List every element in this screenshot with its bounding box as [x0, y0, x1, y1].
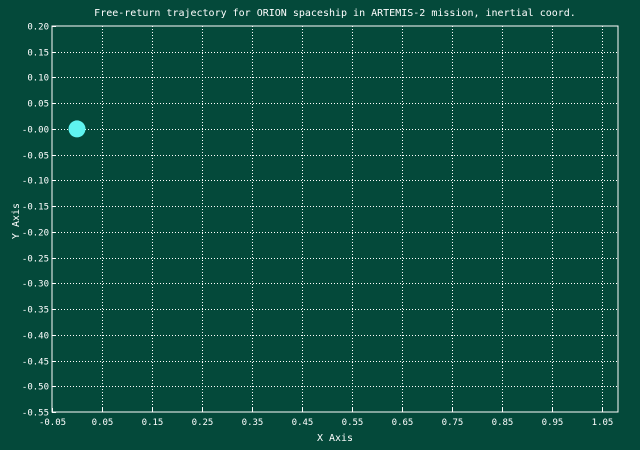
x-tick-label: 0.35: [242, 418, 264, 428]
x-tick-label: 0.95: [542, 418, 564, 428]
y-tick-label: -0.30: [22, 280, 49, 290]
x-tick-label: 0.25: [192, 418, 214, 428]
y-tick-label: -0.15: [22, 203, 49, 213]
x-tick-label: 0.55: [342, 418, 364, 428]
y-tick-label: 0.15: [27, 49, 49, 59]
x-axis-label: X Axis: [317, 433, 353, 444]
y-tick-label: -0.10: [22, 177, 49, 187]
y-axis-label: Y Axis: [11, 203, 22, 239]
data-layer: [68, 120, 86, 138]
y-tick-label: -0.40: [22, 332, 49, 342]
y-tick-label: 0.10: [27, 74, 49, 84]
y-tick-label: -0.35: [22, 306, 49, 316]
y-tick-label: 0.05: [27, 100, 49, 110]
y-tick-label: -0.50: [22, 383, 49, 393]
y-tick-label: 0.20: [27, 23, 49, 33]
x-tick-label: 0.15: [142, 418, 164, 428]
data-point: [68, 120, 86, 138]
x-tick-label: 0.75: [442, 418, 464, 428]
x-tick-label: -0.05: [39, 418, 66, 428]
x-tick-label: 0.65: [392, 418, 414, 428]
x-tick-label: 1.05: [592, 418, 614, 428]
chart-background: [0, 0, 640, 450]
chart-svg: Free-return trajectory for ORION spacesh…: [0, 0, 640, 450]
y-tick-label: -0.55: [22, 409, 49, 419]
y-tick-label: -0.25: [22, 255, 49, 265]
chart: Free-return trajectory for ORION spacesh…: [0, 0, 640, 450]
y-tick-label: -0.45: [22, 358, 49, 368]
chart-title: Free-return trajectory for ORION spacesh…: [94, 8, 576, 19]
y-tick-label: -0.20: [22, 229, 49, 239]
y-tick-label: -0.00: [22, 126, 49, 136]
x-tick-label: 0.05: [92, 418, 114, 428]
y-tick-label: -0.05: [22, 152, 49, 162]
x-tick-label: 0.85: [492, 418, 514, 428]
x-tick-label: 0.45: [292, 418, 314, 428]
